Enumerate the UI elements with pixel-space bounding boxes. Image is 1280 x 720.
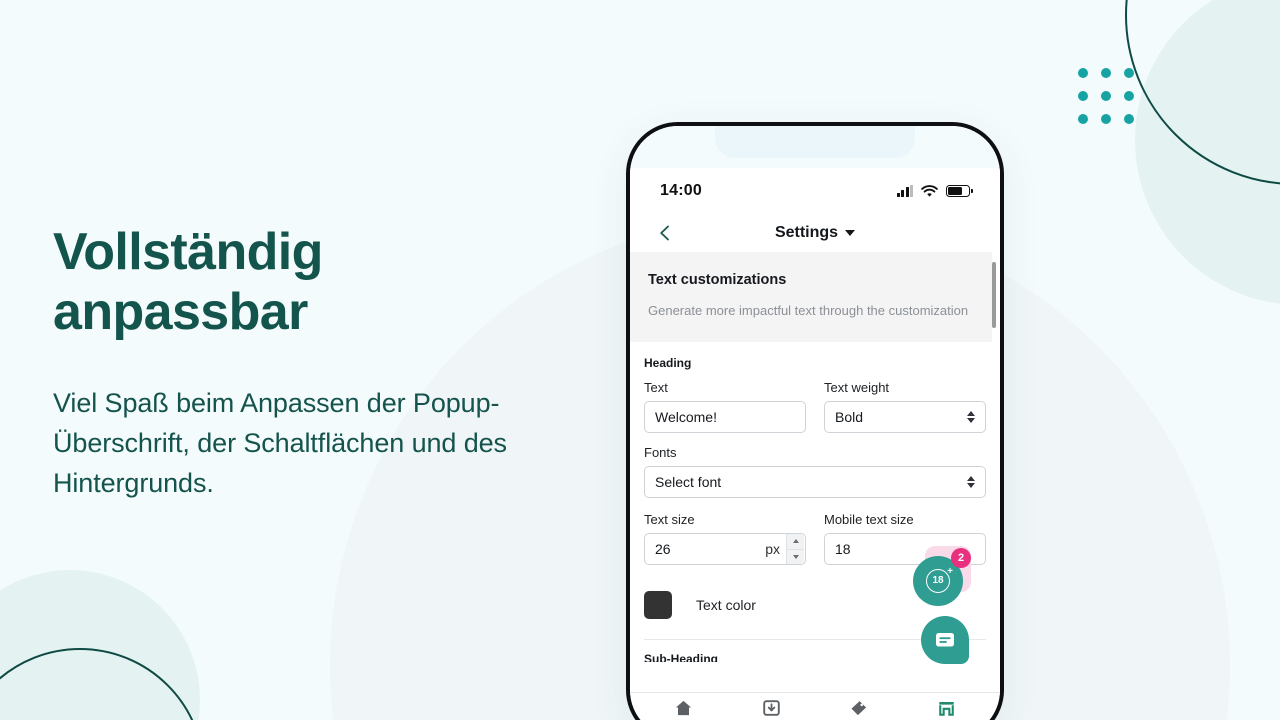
wifi-icon [921,184,938,197]
age-widget-plus: + [947,566,953,577]
age-verification-widget[interactable]: 18 + 2 [913,546,971,606]
field-text-label: Text [644,380,668,395]
app-title-bar: Settings [630,214,1000,252]
text-size-unit: px [765,541,780,557]
text-weight-select[interactable]: Bold [824,401,986,433]
info-card-description: Generate more impactful text through the… [648,303,969,318]
select-arrows-icon [967,476,975,488]
caret-down-icon[interactable] [845,230,856,236]
battery-icon [946,185,973,197]
info-card: Text customizations Generate more impact… [630,252,992,342]
field-text-size: Text size 26 px [644,512,806,565]
promo-copy: Vollständig anpassbar Viel Spaß beim Anp… [53,222,623,503]
scrollbar-thumb[interactable] [992,262,996,328]
status-bar: 14:00 [630,168,1000,214]
dot-grid-decoration [1078,68,1134,124]
form-group-label-heading: Heading [644,356,692,370]
bottom-navigation: Home Orders Products [630,692,1000,720]
nav-item-products[interactable]: Products [815,699,903,720]
text-input-value: Welcome! [655,409,717,425]
field-text-size-label: Text size [644,512,695,527]
text-weight-value: Bold [835,409,864,425]
promo-subcopy: Viel Spaß beim Anpassen der Popup-Übersc… [53,388,507,498]
field-fonts: Fonts Select font [644,445,986,498]
fonts-value: Select font [655,474,722,490]
text-size-value: 26 [655,541,671,557]
headline-line-1: Vollständig [53,223,323,281]
field-mobile-text-size-label: Mobile text size [824,512,914,527]
home-icon [676,700,692,716]
status-time: 14:00 [660,182,702,199]
field-text-weight: Text weight Bold [824,380,986,433]
chat-widget-button[interactable] [921,616,969,664]
tag-icon [851,701,867,716]
phone-notch [715,126,915,158]
nav-item-store[interactable]: Store [903,699,991,720]
heading-settings-form: Heading Text Welcome! Text weight Bold F… [630,342,1000,662]
nav-item-orders[interactable]: Orders [728,699,816,720]
fonts-select[interactable]: Select font [644,466,986,498]
page-title: Vollständig anpassbar [53,222,623,342]
notification-badge[interactable]: 2 [951,548,971,568]
field-text: Text Welcome! [644,380,806,433]
nav-item-home[interactable]: Home [640,699,728,720]
select-arrows-icon [967,411,975,423]
screen-title: Settings [774,224,839,241]
text-color-label: Text color [696,597,756,613]
text-color-swatch[interactable] [644,591,672,619]
field-fonts-label: Fonts [644,445,677,460]
orders-icon [763,700,780,716]
text-size-stepper[interactable] [786,534,804,564]
chat-bubble-icon [936,633,954,647]
phone-notch-background [630,126,1000,168]
chevron-left-icon[interactable] [656,224,674,242]
store-icon [938,702,954,716]
age-18-plus-icon: 18 + [926,566,953,593]
cellular-signal-icon [896,185,913,197]
age-widget-value: 18 [932,575,944,586]
field-text-weight-label: Text weight [824,380,890,395]
text-input[interactable]: Welcome! [644,401,806,433]
text-size-input[interactable]: 26 px [644,533,806,565]
info-card-title: Text customizations [648,272,787,288]
headline-line-2: anpassbar [53,283,308,341]
